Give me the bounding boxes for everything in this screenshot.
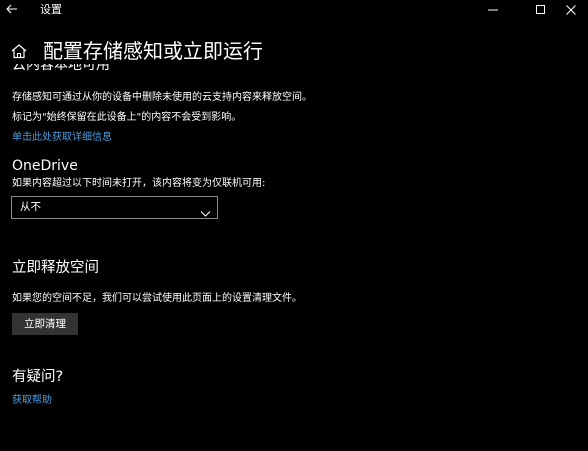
free-space-description: 如果您的空间不足，我们可以尝试使用此页面上的设置清理文件。 — [12, 293, 302, 304]
help-title: 有疑问? — [12, 369, 64, 385]
page-title: 配置存储感知或立即运行 — [43, 39, 263, 63]
minimize-icon[interactable] — [474, 0, 512, 20]
cloud-description-2: 标记为"始终保留在此设备上"的内容不会受到影响。 — [12, 112, 242, 123]
free-space-title: 立即释放空间 — [12, 260, 99, 276]
chevron-down-icon — [200, 203, 211, 217]
title-bar: 设置 — [0, 0, 588, 20]
window-title: 设置 — [40, 3, 62, 16]
onedrive-dropdown[interactable]: 从不 — [11, 196, 218, 219]
clipped-section-heading: 云内容本地可用 — [12, 64, 312, 74]
close-icon[interactable] — [552, 0, 588, 20]
get-help-link[interactable]: 获取帮助 — [12, 394, 52, 407]
dropdown-selected-value: 从不 — [20, 201, 41, 213]
home-icon[interactable] — [10, 43, 28, 59]
onedrive-title: OneDrive — [12, 158, 78, 174]
details-link[interactable]: 单击此处获取详细信息 — [12, 131, 112, 144]
clean-now-button[interactable]: 立即清理 — [12, 313, 78, 335]
onedrive-description: 如果内容超过以下时间未打开，该内容将变为仅联机可用: — [12, 178, 266, 189]
section-heading-cloud: 云内容本地可用 — [12, 64, 110, 73]
cloud-description-1: 存储感知可通过从你的设备中删除未使用的云支持内容来释放空间。 — [12, 92, 312, 103]
back-arrow-icon[interactable] — [4, 1, 20, 17]
